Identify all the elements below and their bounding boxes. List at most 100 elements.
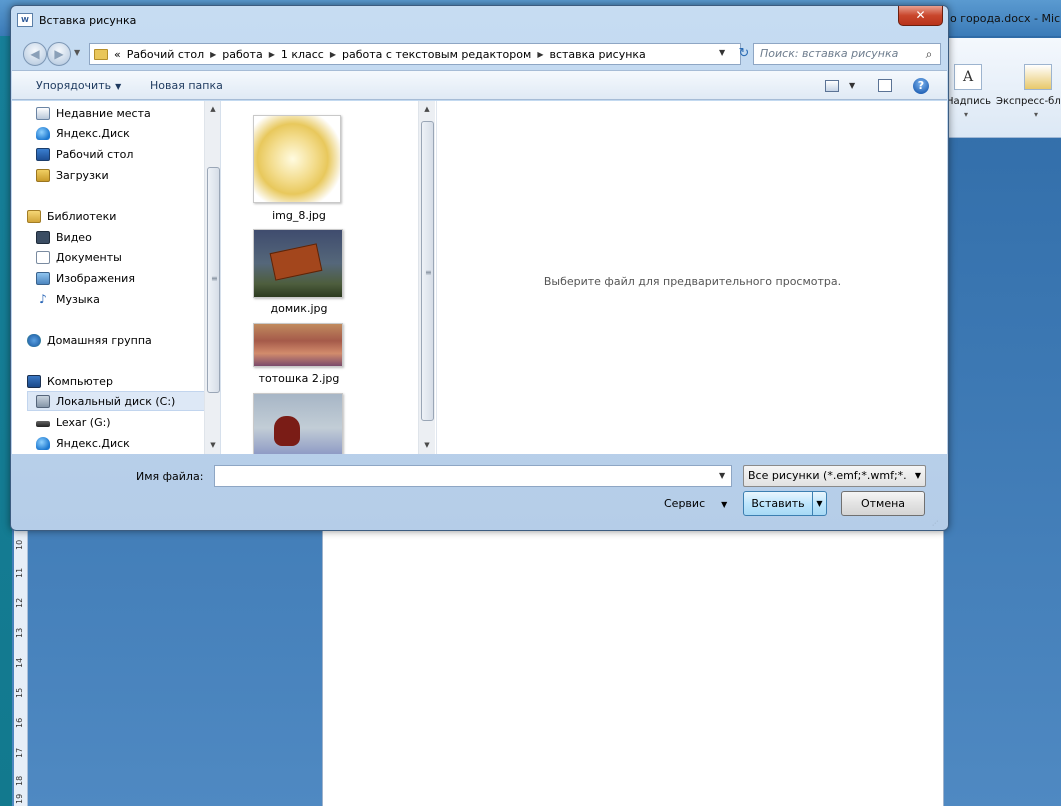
- usb-drive-icon: [36, 421, 50, 427]
- nav-item-label: Яндекс.Диск: [56, 126, 130, 140]
- nav-item-yandex-disk[interactable]: Яндекс.Диск: [36, 123, 220, 143]
- navigation-bar: ◀ ▶ ▼ « Рабочий стол ▶ работа ▶ 1 класс …: [19, 40, 941, 68]
- command-toolbar: Упорядочить ▼ Новая папка ▼ ?: [12, 70, 947, 100]
- textbox-label[interactable]: Надпись: [946, 96, 991, 107]
- nav-item-lexar[interactable]: Lexar (G:): [36, 412, 220, 432]
- nav-item-yandex-disk-2[interactable]: Яндекс.Диск: [36, 433, 220, 453]
- insert-button[interactable]: Вставить ▼: [743, 491, 827, 516]
- breadcrumb-grade[interactable]: 1 класс: [281, 48, 324, 61]
- dialog-body: Недавние места Яндекс.Диск Рабочий стол …: [12, 101, 947, 454]
- thumbnail-image[interactable]: [253, 115, 341, 203]
- close-button[interactable]: ✕: [898, 6, 943, 26]
- file-name[interactable]: домик.jpg: [253, 302, 345, 315]
- close-icon: ✕: [915, 8, 926, 22]
- thumbnail-image[interactable]: [253, 393, 343, 454]
- document-page[interactable]: [322, 530, 944, 806]
- breadcrumb-work[interactable]: работа: [222, 48, 262, 61]
- scroll-thumb[interactable]: ≡: [421, 121, 434, 421]
- nav-item-label: Загрузки: [56, 168, 109, 182]
- nav-item-downloads[interactable]: Загрузки: [36, 165, 220, 185]
- breadcrumb-insert-picture[interactable]: вставка рисунка: [549, 48, 645, 61]
- help-icon[interactable]: ?: [913, 78, 929, 94]
- file-name[interactable]: img_8.jpg: [253, 209, 345, 222]
- nav-item-local-disk[interactable]: Локальный диск (C:): [27, 391, 220, 411]
- textbox-icon[interactable]: A: [954, 64, 982, 90]
- back-button[interactable]: ◀: [23, 42, 47, 66]
- nav-item-desktop[interactable]: Рабочий стол: [36, 144, 220, 164]
- libraries-icon: [27, 209, 41, 223]
- folder-icon: [94, 48, 108, 60]
- dialog-footer: Имя файла: ▼ Все рисунки (*.emf;*.wmf;*.…: [12, 454, 947, 530]
- grip-icon: ≡: [425, 268, 432, 277]
- tools-menu-button[interactable]: Сервис ▼: [664, 497, 727, 510]
- recent-places-icon: [36, 106, 50, 120]
- nav-item-libraries[interactable]: Библиотеки: [27, 206, 220, 226]
- dialog-titlebar[interactable]: W Вставка рисунка ✕: [11, 6, 948, 36]
- file-type-select[interactable]: Все рисунки (*.emf;*.wmf;*.jpg ▼: [743, 465, 926, 487]
- yandex-disk-icon: [36, 126, 50, 140]
- ruler-mark: 14: [15, 657, 24, 668]
- file-list-scrollbar[interactable]: ▲ ≡ ▼: [418, 101, 435, 454]
- chevron-right-icon[interactable]: ▶: [537, 50, 543, 59]
- preview-message: Выберите файл для предварительного просм…: [543, 275, 842, 288]
- scroll-up-icon[interactable]: ▲: [205, 105, 220, 113]
- breadcrumb-overflow[interactable]: «: [114, 48, 121, 61]
- address-dropdown-button[interactable]: ▼: [719, 48, 725, 57]
- chevron-down-icon: ▼: [115, 82, 122, 91]
- images-icon: [36, 271, 50, 285]
- recent-locations-dropdown[interactable]: ▼: [74, 48, 80, 57]
- video-icon: [36, 230, 50, 244]
- grip-icon: ≡: [211, 274, 218, 283]
- new-folder-button[interactable]: Новая папка: [150, 79, 223, 92]
- nav-item-documents[interactable]: Документы: [36, 247, 220, 267]
- forward-button[interactable]: ▶: [47, 42, 71, 66]
- scroll-down-icon[interactable]: ▼: [419, 441, 435, 449]
- nav-item-homegroup[interactable]: Домашняя группа: [27, 330, 220, 350]
- nav-item-images[interactable]: Изображения: [36, 268, 220, 288]
- ruler-mark: 13: [15, 627, 24, 638]
- organize-button[interactable]: Упорядочить ▼: [36, 79, 121, 92]
- desktop-icon: [36, 147, 50, 161]
- file-name[interactable]: тотошка 2.jpg: [253, 372, 345, 385]
- quickparts-icon[interactable]: [1024, 64, 1052, 90]
- scroll-down-icon[interactable]: ▼: [205, 441, 220, 449]
- preview-pane-toggle-icon[interactable]: [878, 79, 892, 92]
- filename-label: Имя файла:: [136, 470, 204, 483]
- chevron-down-icon: ▼: [914, 471, 921, 480]
- search-icon[interactable]: ⌕: [922, 47, 936, 61]
- vertical-ruler: 10 11 12 13 14 15 16 17 18 19: [14, 530, 28, 806]
- resize-grip-icon[interactable]: ⋰: [932, 520, 940, 528]
- cancel-button[interactable]: Отмена: [841, 491, 925, 516]
- tools-label: Сервис: [664, 497, 706, 510]
- quickparts-label[interactable]: Экспресс-бло: [996, 96, 1061, 107]
- nav-item-computer[interactable]: Компьютер: [27, 371, 220, 391]
- breadcrumb-desktop[interactable]: Рабочий стол: [127, 48, 204, 61]
- breadcrumb-text-editor[interactable]: работа с текстовым редактором: [342, 48, 531, 61]
- help-glyph: ?: [917, 79, 925, 92]
- scroll-up-icon[interactable]: ▲: [419, 105, 435, 113]
- ruler-mark: 12: [15, 597, 24, 608]
- thumbnail-image[interactable]: [253, 323, 343, 367]
- filename-input[interactable]: [214, 465, 732, 487]
- navigation-scrollbar[interactable]: ▲ ≡ ▼: [204, 101, 220, 454]
- nav-item-video[interactable]: Видео: [36, 227, 220, 247]
- word-ribbon: A Надпись Экспресс-бло ▾ ▾: [946, 38, 1061, 138]
- change-view-icon[interactable]: [825, 80, 839, 92]
- scroll-thumb[interactable]: ≡: [207, 167, 220, 393]
- nav-item-label: Яндекс.Диск: [56, 436, 130, 450]
- address-bar[interactable]: « Рабочий стол ▶ работа ▶ 1 класс ▶ рабо…: [89, 43, 741, 65]
- nav-item-recent-places[interactable]: Недавние места: [36, 103, 220, 123]
- chevron-right-icon[interactable]: ▶: [330, 50, 336, 59]
- view-options-dropdown[interactable]: ▼: [849, 81, 855, 90]
- nav-item-label: Домашняя группа: [47, 333, 152, 347]
- nav-item-music[interactable]: ♪ Музыка: [36, 289, 220, 309]
- chevron-right-icon[interactable]: ▶: [210, 50, 216, 59]
- ruler-mark: 16: [15, 717, 24, 728]
- nav-item-label: Рабочий стол: [56, 147, 134, 161]
- thumbnail-image[interactable]: [253, 229, 343, 298]
- chevron-right-icon[interactable]: ▶: [269, 50, 275, 59]
- search-placeholder: Поиск: вставка рисунка: [760, 47, 899, 60]
- search-input[interactable]: Поиск: вставка рисунка ⌕: [753, 43, 941, 65]
- refresh-button[interactable]: ↻: [735, 44, 753, 64]
- insert-options-dropdown[interactable]: ▼: [812, 492, 826, 515]
